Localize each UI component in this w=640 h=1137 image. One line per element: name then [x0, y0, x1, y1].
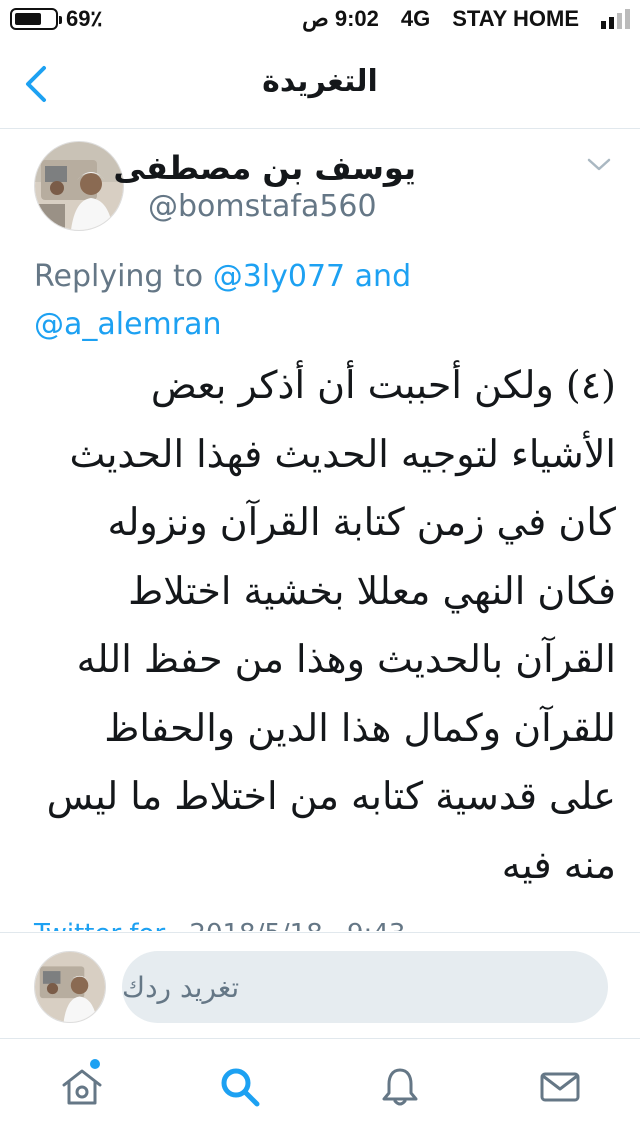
- author-name[interactable]: يوسف بن مصطفى: [113, 149, 416, 187]
- home-icon: [62, 1069, 102, 1105]
- tab-messages[interactable]: [538, 1065, 582, 1109]
- reply-mention-join[interactable]: and: [355, 259, 411, 294]
- tweet-date: 2018/5/18: [189, 919, 322, 931]
- new-content-indicator: [90, 1059, 100, 1069]
- reply-bar: تغريد ردك: [0, 932, 640, 1039]
- status-time: 9:02 ص: [302, 6, 379, 31]
- page-title: التغريدة: [262, 64, 378, 99]
- tweet-meta: Twitter for 2018/5/18 9:43: [34, 919, 405, 931]
- status-bar: 69٪ 9:02 ص 4G STAY HOME: [0, 0, 640, 40]
- battery-icon: [10, 8, 62, 30]
- navigation-bar: التغريدة: [0, 40, 640, 129]
- replying-prefix: Replying to: [34, 259, 204, 294]
- chevron-down-icon[interactable]: [584, 155, 614, 175]
- tab-search[interactable]: [218, 1065, 262, 1109]
- tweet-time: 9:43: [347, 919, 405, 931]
- avatar-photo: [35, 142, 123, 230]
- replying-to-line: Replying to @3ly077 and @a_alemran: [34, 253, 454, 349]
- tab-notifications[interactable]: [378, 1065, 422, 1109]
- network-type: 4G: [400, 6, 431, 31]
- status-right: 9:02 ص 4G STAY HOME: [302, 6, 630, 32]
- tab-home[interactable]: [60, 1065, 104, 1109]
- tab-bar: [0, 1038, 640, 1137]
- tweet-text: (٤) ولكن أحببت أن أذكر بعض الأشياء لتوجي…: [46, 363, 616, 887]
- search-icon: [221, 1068, 260, 1107]
- signal-strength-icon: [601, 9, 630, 29]
- reply-input[interactable]: تغريد ردك: [122, 951, 608, 1023]
- reply-mention-link[interactable]: @3ly077: [213, 259, 345, 294]
- bell-icon: [382, 1068, 418, 1106]
- reply-placeholder: تغريد ردك: [122, 970, 240, 1004]
- reply-mention-link[interactable]: @a_alemran: [34, 307, 222, 342]
- my-avatar[interactable]: [34, 951, 106, 1023]
- author-avatar[interactable]: [34, 141, 124, 231]
- battery-level-fill: [15, 13, 41, 25]
- avatar-photo: [35, 952, 105, 1022]
- battery-percent: 69٪: [66, 6, 103, 31]
- carrier-name: STAY HOME: [452, 6, 579, 31]
- tweet-source[interactable]: Twitter for: [34, 919, 165, 931]
- author-handle[interactable]: @bomstafa560: [148, 189, 377, 224]
- mail-icon: [540, 1072, 580, 1102]
- status-left: 69٪: [10, 6, 102, 32]
- tweet-detail: يوسف بن مصطفى @bomstafa560 Replying to @…: [0, 129, 640, 931]
